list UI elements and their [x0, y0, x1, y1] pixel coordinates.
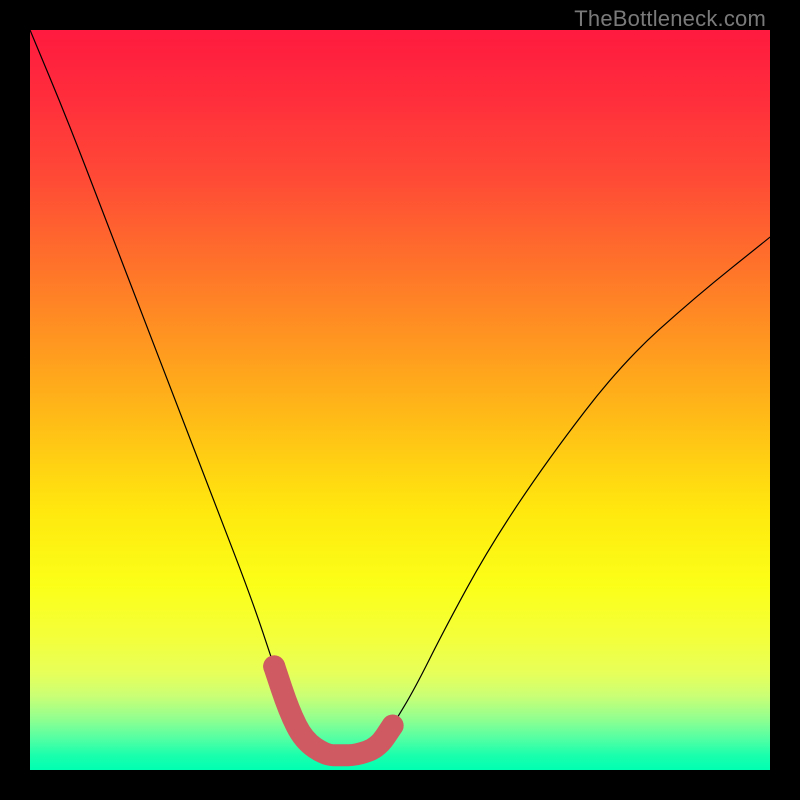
curve-svg	[30, 30, 770, 770]
watermark-text: TheBottleneck.com	[574, 6, 766, 32]
bottleneck-curve	[30, 30, 770, 755]
plot-area	[30, 30, 770, 770]
highlight-endpoint-right	[382, 715, 404, 737]
highlight-endpoint-left	[263, 655, 285, 677]
chart-frame: TheBottleneck.com	[0, 0, 800, 800]
bottleneck-curve-highlight	[274, 666, 392, 755]
